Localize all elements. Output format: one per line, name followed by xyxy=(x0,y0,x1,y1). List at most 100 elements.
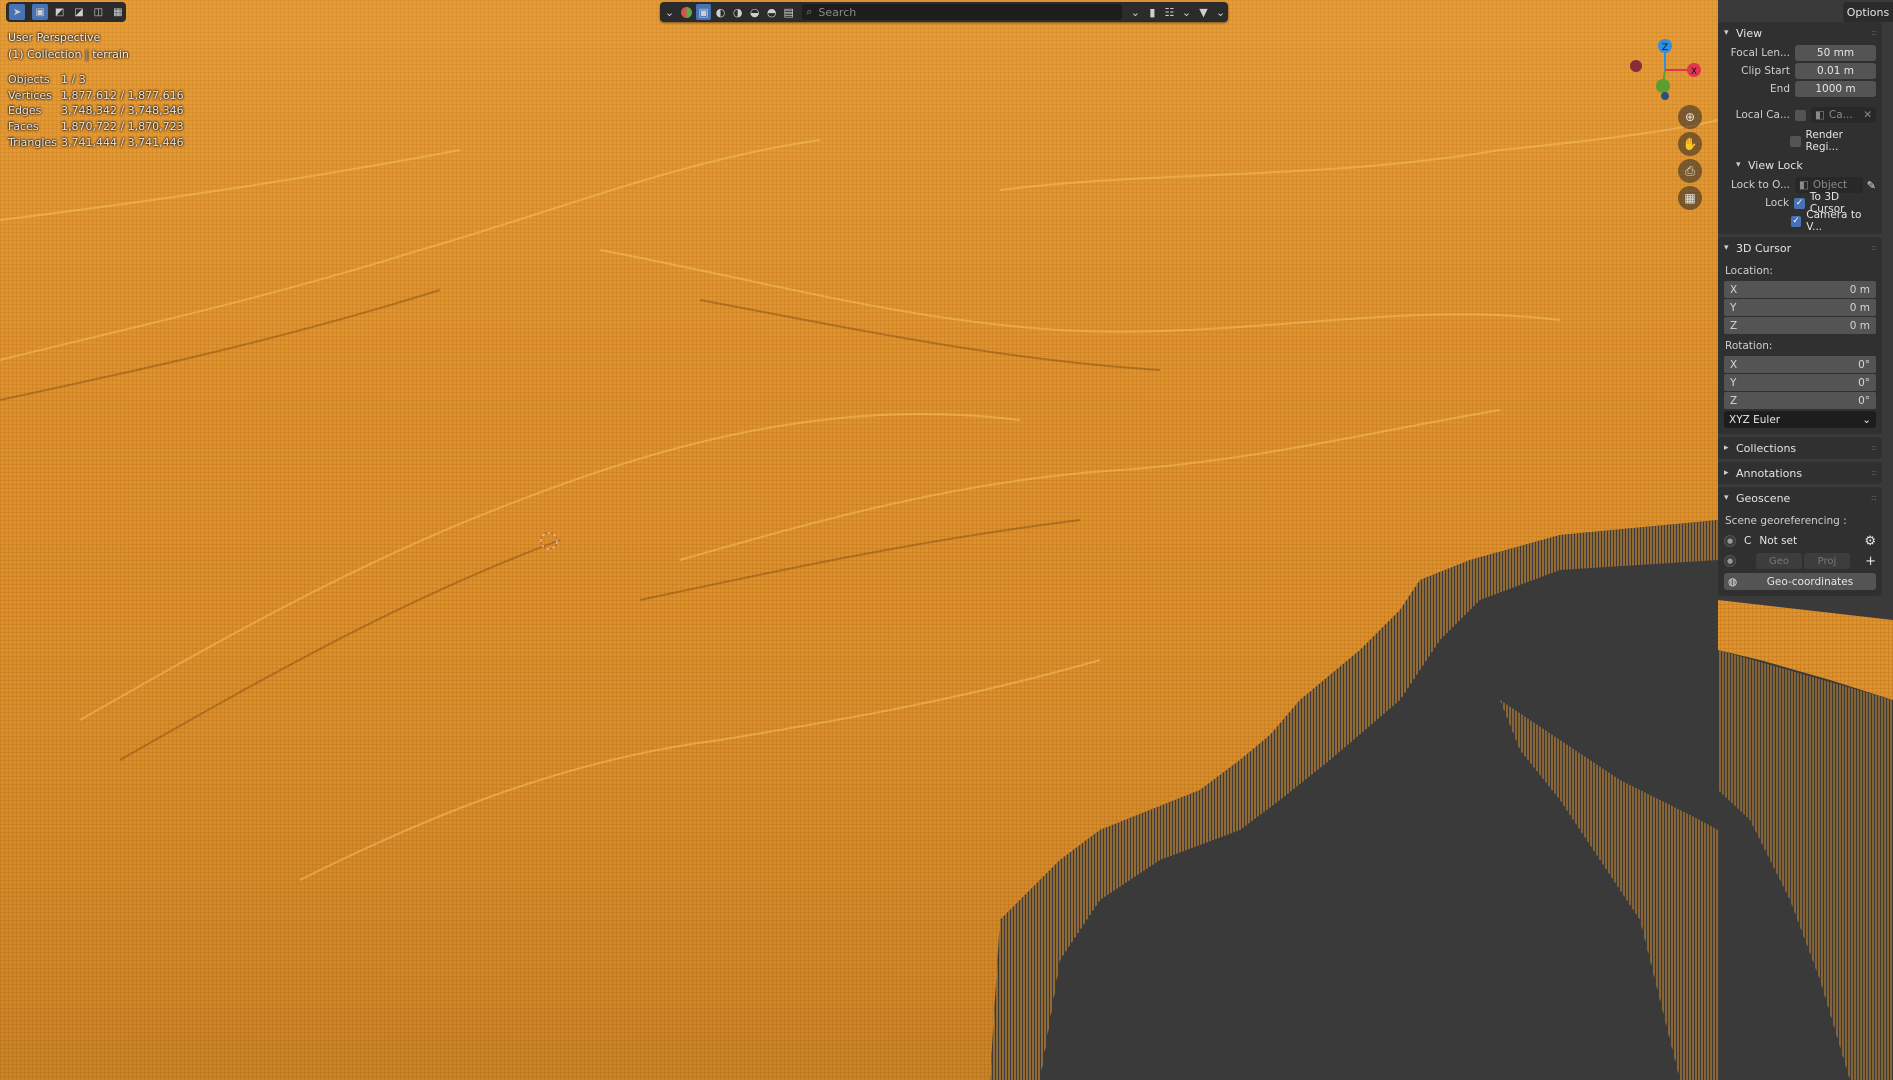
dropdown-chevron-icon[interactable]: ⌄ xyxy=(1179,4,1194,20)
geoscene-panel-header[interactable]: ▾ Geoscene ::: xyxy=(1718,487,1882,509)
cursor-arrow-icon: ➤ xyxy=(13,6,22,18)
proj-button[interactable]: Proj xyxy=(1804,553,1850,569)
view-lock-header[interactable]: ▾ View Lock xyxy=(1718,154,1882,176)
chevron-down-icon: ▾ xyxy=(1724,493,1729,503)
geo-button[interactable]: Geo xyxy=(1756,553,1802,569)
crs-value: Not set xyxy=(1759,535,1798,547)
material-shading-icon[interactable]: ◒ xyxy=(747,4,762,20)
select-subtract-button[interactable]: ◪ xyxy=(71,4,87,20)
rotation-mode-select[interactable]: XYZ Euler ⌄ xyxy=(1724,411,1876,428)
collection-label: (1) Collection | terrain xyxy=(8,48,129,61)
cursor-location-x[interactable]: X 0 m xyxy=(1724,281,1876,298)
collections-panel: ▸ Collections ::: xyxy=(1718,437,1882,459)
stat-value: 3,748,342 / 3,748,346 xyxy=(61,104,184,118)
texture-shading-icon[interactable]: ◑ xyxy=(730,4,745,20)
gear-icon[interactable]: ⚙ xyxy=(1864,534,1876,549)
collections-panel-header[interactable]: ▸ Collections ::: xyxy=(1718,437,1882,459)
axis-value: 0 m xyxy=(1849,301,1870,314)
clip-start-field[interactable]: 0.01 m xyxy=(1795,63,1876,79)
bookmark-icon[interactable]: ▮ xyxy=(1145,4,1160,20)
navigation-gizmo[interactable]: Z X xyxy=(1620,34,1710,104)
cursor-rotation-x[interactable]: X 0° xyxy=(1724,356,1876,373)
close-icon[interactable]: ✕ xyxy=(1863,109,1872,121)
select-tool-button[interactable]: ➤ xyxy=(9,4,26,20)
camera-to-view-label: Camera to V... xyxy=(1806,209,1862,233)
select-invert-button[interactable]: ◫ xyxy=(90,4,106,20)
solid-shading-icon[interactable]: ◐ xyxy=(713,4,728,20)
annotations-panel: ▸ Annotations ::: xyxy=(1718,462,1882,484)
display-mode-icon[interactable]: ☷ xyxy=(1162,4,1177,20)
rendered-shading-icon[interactable]: ◓ xyxy=(764,4,779,20)
dropdown-chevron-icon[interactable]: ⌄ xyxy=(662,4,677,20)
select-intersect-button[interactable]: ▦ xyxy=(110,4,126,20)
select-intersect-icon: ▦ xyxy=(113,6,123,18)
options-button[interactable]: Options xyxy=(1843,2,1893,22)
axis-label: X xyxy=(1730,358,1738,371)
axis-label: Y xyxy=(1730,376,1737,389)
3d-cursor-panel-header[interactable]: ▾ 3D Cursor ::: xyxy=(1718,237,1882,259)
annotations-panel-header[interactable]: ▸ Annotations ::: xyxy=(1718,462,1882,484)
local-camera-value: Ca... xyxy=(1828,109,1853,121)
clip-end-field[interactable]: 1000 m xyxy=(1795,81,1876,97)
view-panel-header[interactable]: ▾ View ::: xyxy=(1718,22,1882,44)
viewport-header-toolbar: ⌄ ▣ ◐ ◑ ◒ ◓ ▤ ⌕ Search ⌄ ▮ ☷ ⌄ ▼ ⌄ xyxy=(660,2,1228,22)
axis-value: 0 m xyxy=(1849,283,1870,296)
grip-icon[interactable]: ::: xyxy=(1871,493,1877,502)
select-subtract-icon: ◪ xyxy=(74,6,84,18)
stat-key: Faces xyxy=(8,120,39,134)
local-camera-field[interactable]: ◧ Ca... ✕ xyxy=(1811,107,1876,123)
render-settings-icon[interactable]: ▤ xyxy=(781,4,796,20)
ortho-toggle-button[interactable]: ▦ xyxy=(1678,186,1702,210)
crs-radio[interactable]: ● xyxy=(1724,535,1736,547)
dropdown-chevron-icon[interactable]: ⌄ xyxy=(1213,4,1228,20)
filter-icon[interactable]: ▼ xyxy=(1196,4,1211,20)
camera-object-icon: ◧ xyxy=(1815,109,1825,121)
grip-icon[interactable]: ::: xyxy=(1871,243,1877,252)
grip-icon[interactable]: ::: xyxy=(1871,468,1877,477)
view-panel: ▾ View ::: Focal Len... 50 mm Clip Start 0… xyxy=(1718,22,1882,234)
wireframe-shading-icon[interactable]: ▣ xyxy=(696,4,712,20)
select-new-button[interactable]: ▣ xyxy=(32,4,49,20)
local-camera-checkbox[interactable] xyxy=(1795,109,1806,121)
terrain-wireframe[interactable] xyxy=(0,0,1893,1080)
panel-title: 3D Cursor xyxy=(1736,241,1792,255)
camera-view-button[interactable]: ⎙ xyxy=(1678,159,1702,183)
focal-length-field[interactable]: 50 mm xyxy=(1795,45,1876,61)
axis-value: 0° xyxy=(1858,358,1870,371)
cursor-rotation-z[interactable]: Z 0° xyxy=(1724,392,1876,409)
perspective-label: User Perspective xyxy=(8,31,101,44)
select-invert-icon: ◫ xyxy=(93,6,104,18)
pan-button[interactable]: ✋ xyxy=(1678,132,1702,156)
zoom-icon: ⊕ xyxy=(1684,110,1696,124)
georef-label: Scene georeferencing : xyxy=(1725,515,1847,527)
eyedropper-icon[interactable]: ✎ xyxy=(1867,179,1876,192)
geo-coordinates-button[interactable]: ◍ Geo-coordinates xyxy=(1724,573,1876,590)
clip-end-label: End xyxy=(1770,83,1790,95)
cursor-location-z[interactable]: Z 0 m xyxy=(1724,317,1876,334)
cursor-rotation-y[interactable]: Y 0° xyxy=(1724,374,1876,391)
select-extend-button[interactable]: ◩ xyxy=(51,4,67,20)
gizmo-z-neg-handle xyxy=(1661,92,1669,100)
origin-radio[interactable]: ● xyxy=(1724,555,1736,567)
clip-start-label: Clip Start xyxy=(1741,65,1790,77)
stat-key: Objects xyxy=(8,73,50,86)
chevron-right-icon: ▸ xyxy=(1724,443,1729,453)
3d-viewport[interactable]: User Perspective (1) Collection | terrai… xyxy=(0,0,1893,1080)
panel-title: Collections xyxy=(1736,441,1797,455)
camera-to-view-checkbox[interactable]: ✓ xyxy=(1790,215,1802,227)
render-region-checkbox[interactable] xyxy=(1790,135,1801,147)
gizmo-z-label: Z xyxy=(1662,43,1668,53)
dropdown-chevron-icon[interactable]: ⌄ xyxy=(1128,4,1143,20)
grip-icon[interactable]: ::: xyxy=(1871,443,1877,452)
panel-title: Annotations xyxy=(1736,466,1803,480)
overlay-toggle-icon[interactable] xyxy=(679,4,694,20)
cursor-location-y[interactable]: Y 0 m xyxy=(1724,299,1876,316)
search-input[interactable]: ⌕ Search xyxy=(802,4,1122,20)
add-icon[interactable]: + xyxy=(1865,554,1876,569)
chevron-down-icon: ⌄ xyxy=(1862,413,1871,426)
zoom-button[interactable]: ⊕ xyxy=(1678,105,1702,129)
search-placeholder: Search xyxy=(818,5,857,19)
lock-3d-cursor-checkbox[interactable]: ✓ xyxy=(1794,197,1805,209)
axis-label: Z xyxy=(1730,319,1738,332)
grip-icon[interactable]: ::: xyxy=(1871,28,1877,37)
